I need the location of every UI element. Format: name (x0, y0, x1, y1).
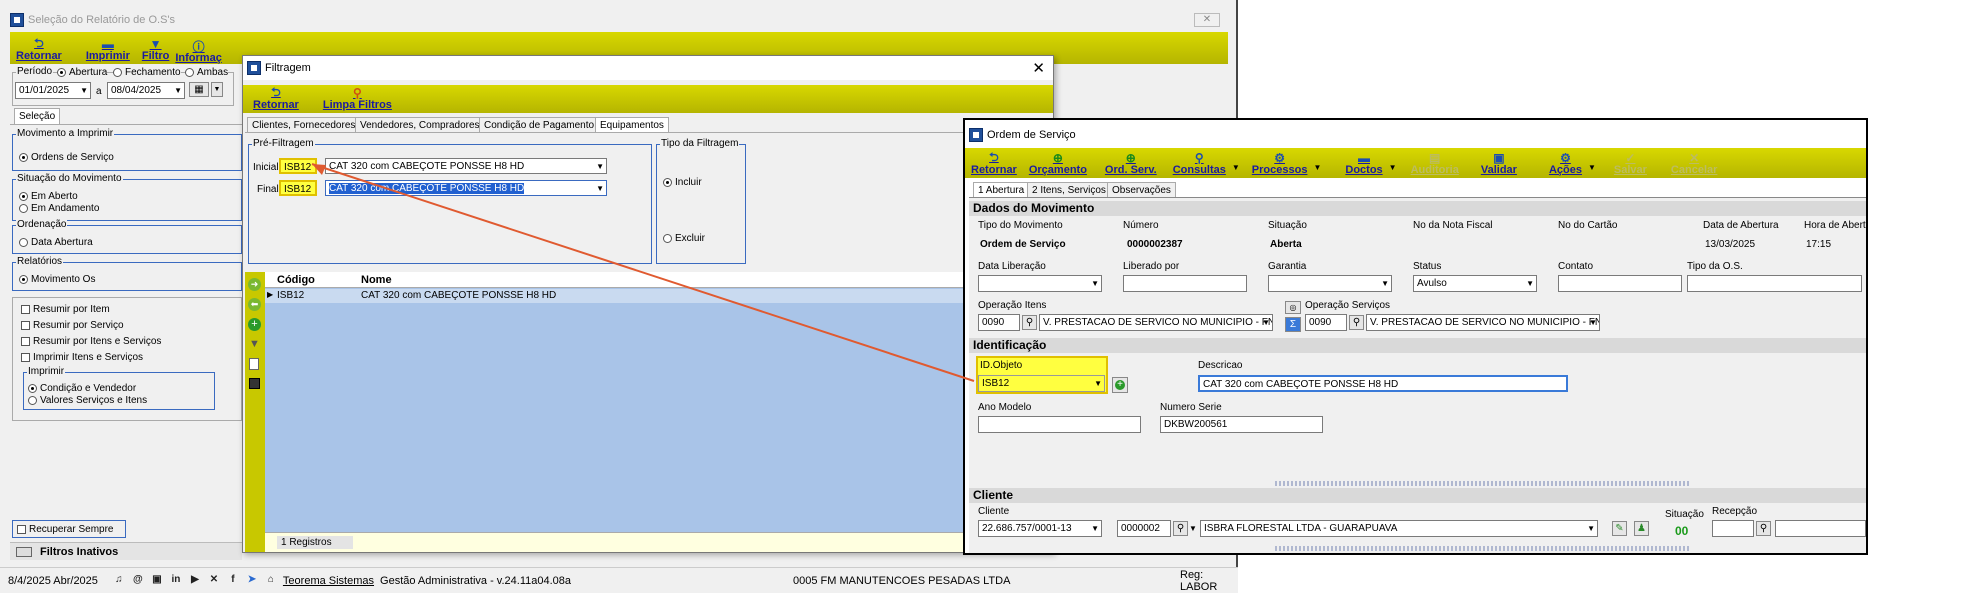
cursor-icon[interactable]: ➤ (245, 574, 259, 587)
school-icon[interactable]: ⌂ (264, 574, 278, 587)
linkedin-icon[interactable]: in (169, 574, 183, 587)
arrow-line (311, 163, 975, 382)
firm-name: 0005 FM MANUTENCOES PESADAS LTDA (793, 574, 1011, 587)
at-icon[interactable]: @ (131, 574, 145, 587)
twitter-icon[interactable]: ✕ (207, 574, 221, 587)
status-date: 8/4/2025 Abr/2025 (8, 574, 98, 587)
reg-info: Reg: LABOR (1180, 568, 1218, 593)
status-bar: 8/4/2025 Abr/2025 ♫ @ ▣ in ▶ ✕ f ➤ ⌂ Teo… (0, 567, 1238, 593)
headset-icon[interactable]: ♫ (112, 574, 126, 587)
facebook-icon[interactable]: f (226, 574, 240, 587)
instagram-icon[interactable]: ▣ (150, 574, 164, 587)
annotation-arrow (311, 163, 975, 382)
youtube-icon[interactable]: ▶ (188, 574, 202, 587)
teorema-link[interactable]: Teorema Sistemas (283, 575, 374, 587)
arrow-head (312, 164, 326, 175)
app-version: Gestão Administrativa - v.24.11a04.08a (380, 574, 571, 587)
